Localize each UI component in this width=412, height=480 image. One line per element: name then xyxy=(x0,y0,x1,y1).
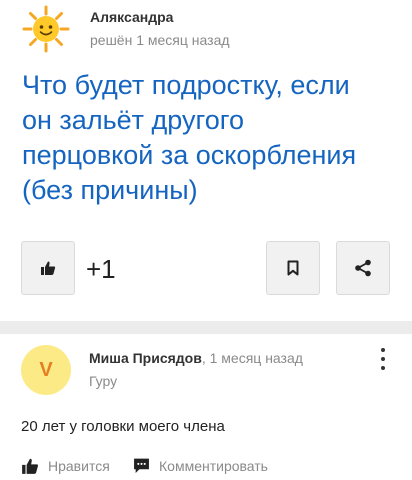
answer-header: Миша Присядов, 1 месяц назад xyxy=(89,350,303,366)
share-button[interactable] xyxy=(336,241,390,295)
thumbs-up-icon xyxy=(41,261,56,275)
thumbs-up-icon xyxy=(22,458,39,474)
avatar[interactable]: V xyxy=(21,345,71,395)
bookmark-icon xyxy=(287,260,299,276)
answer-author[interactable]: Миша Присядов xyxy=(89,350,202,366)
answer-card: V Миша Присядов, 1 месяц назад Гуру 20 л… xyxy=(0,334,412,480)
section-divider xyxy=(0,321,412,334)
page: Аляксандра решён 1 месяц назад Что будет… xyxy=(0,0,412,480)
question-title: Что будет подростку, если он зальёт друг… xyxy=(22,70,357,205)
sun-avatar-icon[interactable] xyxy=(22,5,70,53)
answer-text: 20 лет у головки моего члена xyxy=(21,418,225,435)
question-time: решён 1 месяц назад xyxy=(90,32,230,48)
like-count: +1 xyxy=(86,254,116,284)
question-card: Аляксандра решён 1 месяц назад Что будет… xyxy=(0,0,412,321)
answer-time: , 1 месяц назад xyxy=(201,350,303,366)
question-author[interactable]: Аляксандра xyxy=(90,9,173,25)
share-icon xyxy=(355,259,371,277)
comment-icon xyxy=(134,458,149,473)
like-button[interactable] xyxy=(21,241,75,295)
answer-like-button[interactable]: Нравится xyxy=(21,457,110,475)
more-vertical-icon[interactable] xyxy=(376,348,390,370)
answer-comment-button[interactable]: Комментировать xyxy=(133,457,268,474)
bookmark-button[interactable] xyxy=(266,241,320,295)
answer-comment-label: Комментировать xyxy=(159,457,268,474)
answer-like-label: Нравится xyxy=(48,458,110,474)
answer-rank: Гуру xyxy=(89,373,118,389)
